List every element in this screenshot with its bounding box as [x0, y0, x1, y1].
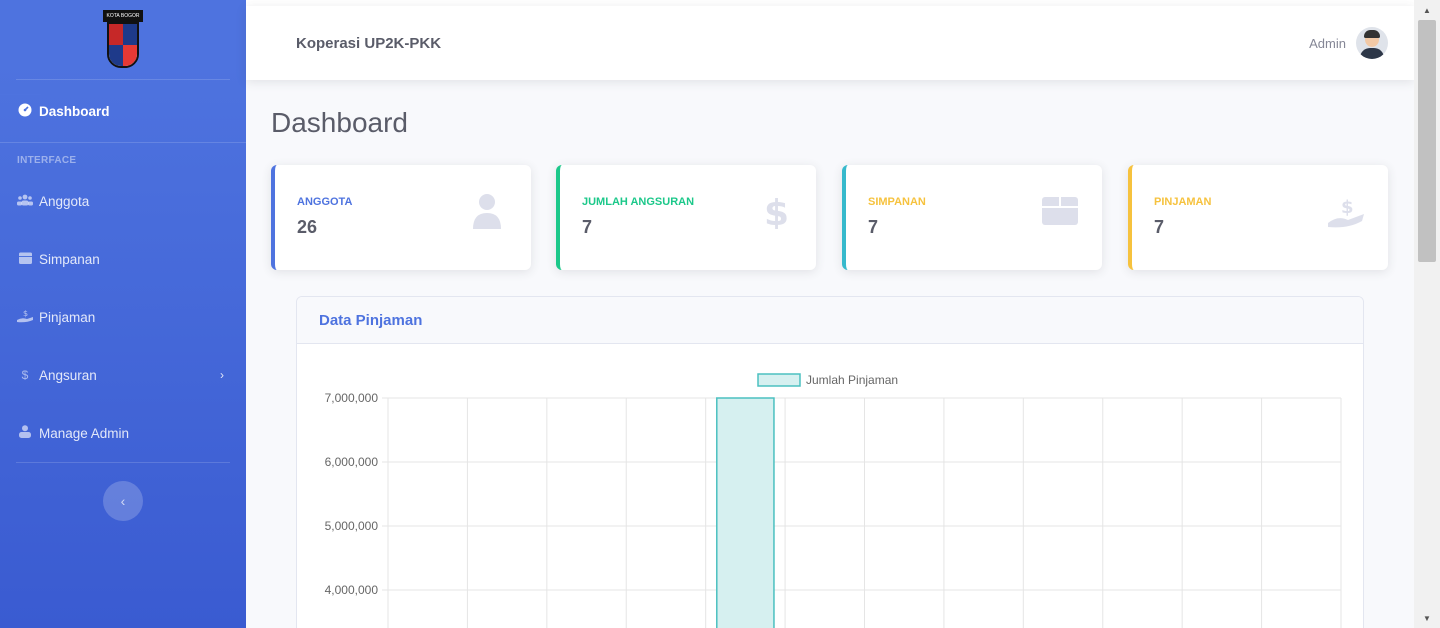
chevron-right-icon: › [220, 368, 224, 382]
page-title: Dashboard [271, 107, 408, 138]
sidebar-item-label: Manage Admin [39, 425, 130, 441]
sidebar-item-label: Angsuran [39, 367, 97, 383]
chart-card-title: Data Pinjaman [297, 297, 1363, 344]
logo-banner: KOTA BOGOR [103, 9, 143, 22]
hand-dollar-icon: $ [17, 309, 33, 326]
svg-text:$: $ [764, 193, 788, 229]
card-anggota: ANGGOTA 26 [271, 165, 531, 270]
user-icon [471, 193, 503, 229]
focus-indicator-line [0, 94, 41, 95]
y-tick-label: 6,000,000 [325, 455, 379, 469]
avatar [1356, 27, 1388, 59]
dollar-icon: $ [21, 368, 29, 382]
sidebar-item-dashboard[interactable]: Dashboard [0, 80, 246, 142]
sidebar-item-pinjaman[interactable]: $ Pinjaman [0, 288, 246, 346]
sidebar-item-label: Simpanan [39, 251, 100, 267]
legend-label: Jumlah Pinjaman [806, 373, 898, 387]
card-label: PINJAMAN [1154, 196, 1212, 208]
sidebar-item-manage-admin[interactable]: Manage Admin [0, 404, 246, 462]
tachometer-icon [17, 103, 33, 120]
users-icon [17, 194, 33, 209]
bar-chart: 7,000,000 6,000,000 5,000,000 4,000,000 Juml… [325, 373, 1342, 628]
scroll-down-arrow-icon[interactable]: ▼ [1414, 608, 1440, 628]
card-simpanan: SIMPANAN 7 [842, 165, 1102, 270]
sidebar-item-label: Dashboard [39, 103, 110, 119]
card-value: 7 [582, 217, 593, 237]
card-label: ANGGOTA [297, 196, 353, 208]
y-tick-label: 4,000,000 [325, 583, 379, 597]
app-title: Koperasi UP2K-PKK [296, 34, 442, 52]
svg-text:$: $ [1341, 197, 1354, 218]
sidebar-item-simpanan[interactable]: Simpanan [0, 230, 246, 288]
hand-dollar-icon: $ [1328, 193, 1364, 229]
calendar-icon [17, 251, 33, 267]
sidebar-brand[interactable]: KOTA BOGOR [16, 0, 230, 80]
card-pinjaman: PINJAMAN 7 $ [1128, 165, 1388, 270]
sidebar-divider [16, 462, 230, 463]
sidebar-toggle-button[interactable]: ‹ [103, 481, 143, 521]
card-value: 7 [868, 217, 879, 237]
page-scrollbar[interactable]: ▲ ▼ [1414, 0, 1440, 628]
card-jumlah-angsuran: JUMLAH ANGSURAN 7 $ [556, 165, 816, 270]
user-icon [17, 425, 33, 441]
card-label: JUMLAH ANGSURAN [582, 196, 695, 208]
dollar-icon: $ [756, 193, 789, 234]
user-name: Admin [1309, 35, 1346, 51]
sidebar-item-label: Pinjaman [39, 309, 96, 325]
scroll-up-arrow-icon[interactable]: ▲ [1414, 0, 1440, 20]
sidebar-item-angsuran[interactable]: $ Angsuran › [0, 346, 246, 404]
y-tick-label: 7,000,000 [325, 391, 379, 405]
logo-shield-icon [107, 21, 139, 68]
sidebar-heading: INTERFACE [0, 142, 246, 172]
card-label: SIMPANAN [868, 196, 926, 208]
calendar-icon [1042, 193, 1078, 229]
svg-text:$: $ [23, 309, 28, 318]
legend-swatch [757, 373, 801, 387]
chart-card: Data Pinjaman 7,000,000 6,000,000 5,000,00… [296, 296, 1364, 628]
scrollbar-thumb[interactable] [1418, 20, 1436, 262]
city-logo: KOTA BOGOR [103, 8, 143, 72]
topbar: Koperasi UP2K-PKK Admin [246, 6, 1414, 80]
user-menu[interactable]: Admin [1309, 27, 1388, 59]
sidebar-item-label: Anggota [39, 193, 90, 209]
card-value: 7 [1154, 217, 1165, 237]
chevron-left-icon: ‹ [120, 493, 126, 509]
y-tick-label: 5,000,000 [325, 519, 379, 533]
card-value: 26 [297, 217, 318, 237]
bar-jumlah-pinjaman [716, 397, 775, 628]
sidebar-item-anggota[interactable]: Anggota [0, 172, 246, 230]
chart-body: 7,000,000 6,000,000 5,000,000 4,000,000 Juml… [297, 344, 1363, 628]
